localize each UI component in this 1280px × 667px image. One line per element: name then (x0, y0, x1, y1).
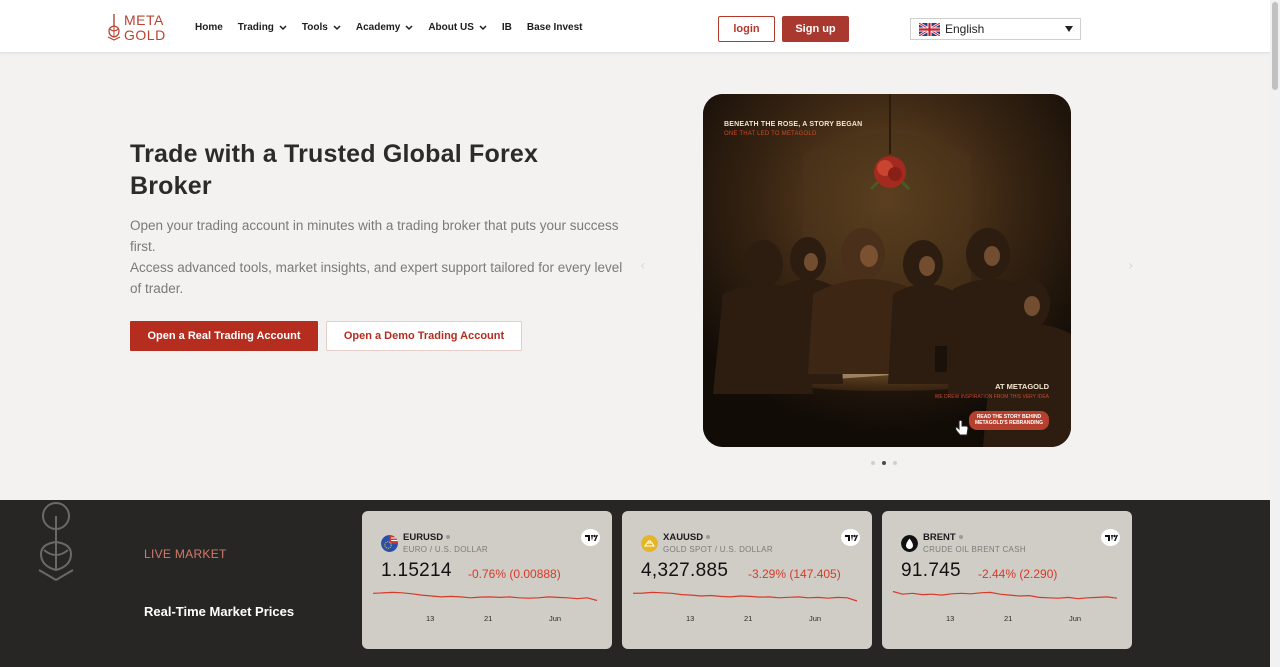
market-status-dot (706, 535, 711, 540)
card-symbol-label: BRENT (923, 532, 956, 543)
card-change: -2.44% (2.290) (978, 567, 1058, 581)
market-card-eurusd[interactable]: EURUSD EURO / U.S. DOLLAR 1.15214 -0.76%… (362, 511, 612, 649)
chart-tick: Jun (549, 614, 562, 623)
slider-dot[interactable] (871, 461, 875, 465)
hero-title: Trade with a Trusted Global Forex Broker (130, 140, 539, 200)
language-selected-label: English (945, 22, 985, 36)
slider-dots (871, 461, 897, 465)
slider-prev-icon[interactable]: ‹ (640, 258, 646, 274)
card-symbol-label: EURUSD (403, 532, 444, 543)
market-card-brent[interactable]: BRENT CRUDE OIL BRENT CASH 91.745 -2.44%… (882, 511, 1132, 649)
eu-us-flag-icon (381, 535, 398, 552)
chart-tick: 13 (426, 614, 435, 623)
chart-tick: Jun (1069, 614, 1082, 623)
nav-academy-label: Academy (355, 22, 401, 33)
uk-flag-icon (919, 22, 940, 36)
scrollbar-thumb[interactable] (1272, 2, 1278, 90)
metagold-logo[interactable]: META GOLD (106, 12, 172, 44)
hero-description: Open your trading account in minutes wit… (130, 215, 630, 299)
site-header: META GOLD Home Trading Tools Academy Abo… (0, 0, 1270, 53)
banner-headline: BENEATH THE ROSE, A STORY BEGAN (724, 121, 863, 128)
chart-tick: Jun (809, 614, 822, 623)
chart-tick: 13 (946, 614, 955, 623)
sparkline-series (892, 590, 1118, 600)
nav-ib-label: IB (501, 22, 512, 33)
open-real-account-button[interactable]: Open a Real Trading Account (130, 321, 318, 351)
chevron-down-icon (405, 24, 413, 30)
card-sparkline (372, 591, 598, 602)
card-symbol: XAUUSD (663, 532, 711, 543)
hero-desc-line2: Access advanced tools, market insights, … (130, 260, 623, 296)
card-change: -0.76% (0.00888) (468, 567, 561, 581)
banner-cta-line2: METAGOLD'S REBRANDING (974, 420, 1044, 426)
chart-tick: 13 (686, 614, 695, 623)
login-button[interactable]: login (718, 16, 775, 42)
chevron-down-icon (479, 24, 487, 30)
card-price: 1.15214 (381, 560, 452, 581)
sparkline-series (372, 591, 598, 602)
page-scrollbar[interactable] (1270, 0, 1280, 667)
nav-base-invest[interactable]: Base Invest (527, 22, 583, 33)
caret-down-icon (1065, 26, 1073, 32)
rose-logo-icon (107, 14, 121, 41)
banner-tag-sub: WE DREW INSPIRATION FROM THIS VERY IDEA (934, 394, 1049, 400)
gold-icon (641, 535, 658, 552)
card-symbol-label: XAUUSD (663, 532, 704, 543)
banner-read-story-button[interactable]: READ THE STORY BEHIND METAGOLD'S REBRAND… (969, 411, 1049, 430)
nav-trading[interactable]: Trading (238, 22, 287, 33)
card-price: 91.745 (901, 560, 961, 581)
card-symbol: EURUSD (403, 532, 451, 543)
logo-text-meta: META (124, 12, 164, 28)
open-demo-account-button[interactable]: Open a Demo Trading Account (326, 321, 522, 351)
card-subtitle: CRUDE OIL BRENT CASH (923, 545, 1026, 554)
chart-tick: 21 (1004, 614, 1013, 623)
tradingview-icon[interactable] (841, 529, 860, 546)
slider-dot-active[interactable] (882, 461, 886, 465)
nav-trading-label: Trading (237, 22, 274, 33)
banner-subline: ONE THAT LED TO METAGOLD (724, 131, 817, 137)
banner-tag: AT METAGOLD (995, 382, 1049, 391)
nav-tools-label: Tools (301, 22, 328, 33)
chevron-down-icon (333, 24, 341, 30)
card-sparkline (892, 590, 1118, 600)
oil-drop-icon (901, 535, 918, 552)
language-select[interactable]: English (910, 18, 1081, 40)
nav-academy[interactable]: Academy (356, 22, 413, 33)
signup-button[interactable]: Sign up (782, 16, 849, 42)
market-status-dot (446, 535, 451, 540)
tradingview-icon[interactable] (1101, 529, 1120, 546)
logo-text-gold: GOLD (124, 27, 166, 43)
live-market-kicker: LIVE MARKET (144, 547, 227, 561)
nav-tools[interactable]: Tools (302, 22, 341, 33)
market-status-dot (958, 535, 963, 540)
nav-about[interactable]: About US (428, 22, 487, 33)
chevron-down-icon (279, 24, 287, 30)
tradingview-icon[interactable] (581, 529, 600, 546)
card-symbol: BRENT (923, 532, 963, 543)
rose-emblem-icon (38, 502, 74, 582)
market-card-xauusd[interactable]: XAUUSD GOLD SPOT / U.S. DOLLAR 4,327.885… (622, 511, 872, 649)
main-nav: Home Trading Tools Academy About US IB B… (195, 22, 597, 33)
nav-ib[interactable]: IB (502, 22, 512, 33)
hero-banner[interactable]: BENEATH THE ROSE, A STORY BEGAN ONE THAT… (703, 94, 1071, 447)
nav-home-label: Home (195, 22, 223, 33)
nav-home[interactable]: Home (195, 22, 223, 33)
hero-desc-line1: Open your trading account in minutes wit… (130, 218, 619, 254)
pointer-hand-icon (955, 419, 969, 436)
sparkline-series (632, 591, 858, 602)
live-market-title: Real-Time Market Prices (144, 604, 295, 619)
card-subtitle: EURO / U.S. DOLLAR (403, 545, 488, 554)
card-change: -3.29% (147.405) (748, 567, 841, 581)
card-sparkline (632, 591, 858, 602)
nav-about-label: About US (428, 22, 474, 33)
slider-next-icon[interactable]: › (1128, 258, 1134, 274)
card-price: 4,327.885 (641, 560, 729, 581)
chart-tick: 21 (744, 614, 753, 623)
nav-base-invest-label: Base Invest (526, 22, 583, 33)
chart-tick: 21 (484, 614, 493, 623)
card-subtitle: GOLD SPOT / U.S. DOLLAR (663, 545, 773, 554)
slider-dot[interactable] (893, 461, 897, 465)
